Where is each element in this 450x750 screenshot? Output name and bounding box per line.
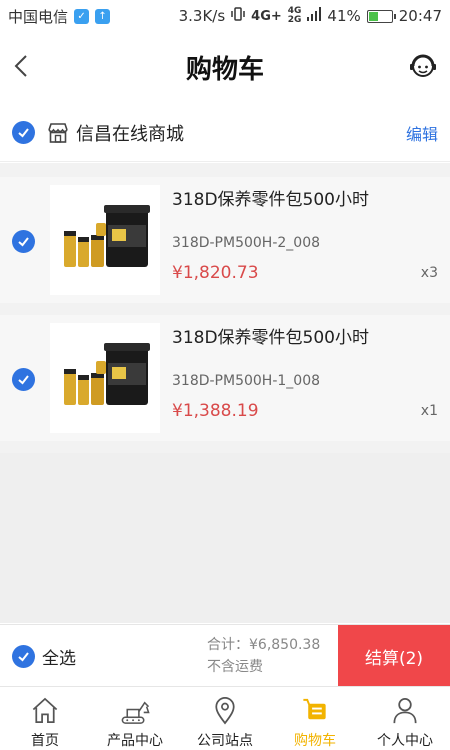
tab-locations[interactable]: 公司站点: [180, 687, 270, 750]
network-dual: 4G 2G: [288, 7, 302, 25]
tab-label: 首页: [31, 733, 59, 749]
edit-button[interactable]: 编辑: [406, 121, 438, 145]
item-title[interactable]: 318D保养零件包500小时: [172, 323, 369, 348]
status-left: 中国电信 ✓ ↑: [8, 6, 111, 27]
shield-icon: ✓: [74, 8, 90, 24]
network-speed: 3.3K/s: [178, 7, 226, 25]
battery-percent: 41%: [327, 7, 361, 25]
customer-service-icon[interactable]: [408, 50, 438, 82]
tab-label: 公司站点: [197, 733, 253, 749]
store-checkbox[interactable]: [12, 121, 35, 144]
product-image[interactable]: [50, 323, 160, 433]
home-icon: [32, 697, 58, 723]
network-small-b: 2G: [287, 15, 302, 25]
chevron-left-icon[interactable]: [6, 50, 38, 82]
item-quantity: x1: [420, 403, 438, 419]
tab-label: 产品中心: [107, 733, 163, 749]
item-sku: 318D-PM500H-2_008: [172, 235, 321, 251]
storefront-icon: [47, 122, 69, 144]
network-type: 4G+: [251, 8, 282, 24]
tab-label: 个人中心: [377, 733, 433, 749]
cart-item[interactable]: 318D保养零件包500小时 318D-PM500H-2_008 ¥1,820.…: [0, 177, 450, 303]
store-row: 信昌在线商城 编辑: [0, 104, 450, 162]
checkout-bar: 全选 合计：¥6,850.38 不含运费 结算(2): [0, 624, 450, 687]
tab-home[interactable]: 首页: [0, 687, 90, 750]
check-icon: [18, 375, 29, 385]
status-right: 3.3K/s 4G+ 4G 2G 41% 20:47: [179, 6, 442, 26]
vibrate-icon: [231, 6, 245, 26]
item-price: ¥1,820.73: [172, 263, 259, 283]
tab-cart[interactable]: 购物车: [270, 687, 360, 750]
clock: 20:47: [398, 7, 442, 25]
product-image[interactable]: [50, 185, 160, 295]
user-icon: [393, 698, 417, 724]
battery-icon: [366, 9, 396, 23]
item-checkbox[interactable]: [12, 230, 35, 253]
status-bar: 中国电信 ✓ ↑ 3.3K/s 4G+ 4G 2G 41% 20:47: [0, 0, 450, 32]
tab-bar: 首页 产品中心 公司站点 购物车 个人中心: [0, 686, 450, 750]
total-amount: 合计：¥6,850.38: [207, 637, 321, 653]
item-quantity: x3: [420, 265, 438, 281]
excavator-icon: [121, 701, 150, 724]
shipping-note: 不含运费: [207, 659, 263, 675]
check-icon: [18, 237, 29, 247]
carrier-name: 中国电信: [8, 7, 69, 26]
item-sku: 318D-PM500H-1_008: [172, 373, 321, 389]
checkout-button[interactable]: 结算(2): [338, 625, 450, 687]
cart-icon: [303, 698, 326, 720]
store-name[interactable]: 信昌在线商城: [76, 120, 184, 146]
tab-profile[interactable]: 个人中心: [360, 687, 450, 750]
upload-icon: ↑: [95, 8, 111, 24]
cart-list: 318D保养零件包500小时 318D-PM500H-2_008 ¥1,820.…: [0, 163, 450, 623]
item-title[interactable]: 318D保养零件包500小时: [172, 185, 369, 210]
tab-products[interactable]: 产品中心: [90, 687, 180, 750]
select-all-label[interactable]: 全选: [42, 644, 76, 669]
nav-bar: 购物车: [0, 32, 450, 102]
tab-label: 购物车: [294, 733, 336, 749]
location-pin-icon: [215, 697, 235, 725]
battery-fill: [368, 11, 378, 21]
empty-area: [0, 453, 450, 623]
signal-icon: [307, 7, 322, 25]
item-checkbox[interactable]: [12, 368, 35, 391]
select-all-checkbox[interactable]: [12, 645, 35, 668]
page-title: 购物车: [185, 54, 264, 85]
item-price: ¥1,388.19: [172, 401, 259, 421]
cart-item[interactable]: 318D保养零件包500小时 318D-PM500H-1_008 ¥1,388.…: [0, 315, 450, 441]
check-icon: [18, 128, 29, 138]
check-icon: [18, 652, 29, 662]
